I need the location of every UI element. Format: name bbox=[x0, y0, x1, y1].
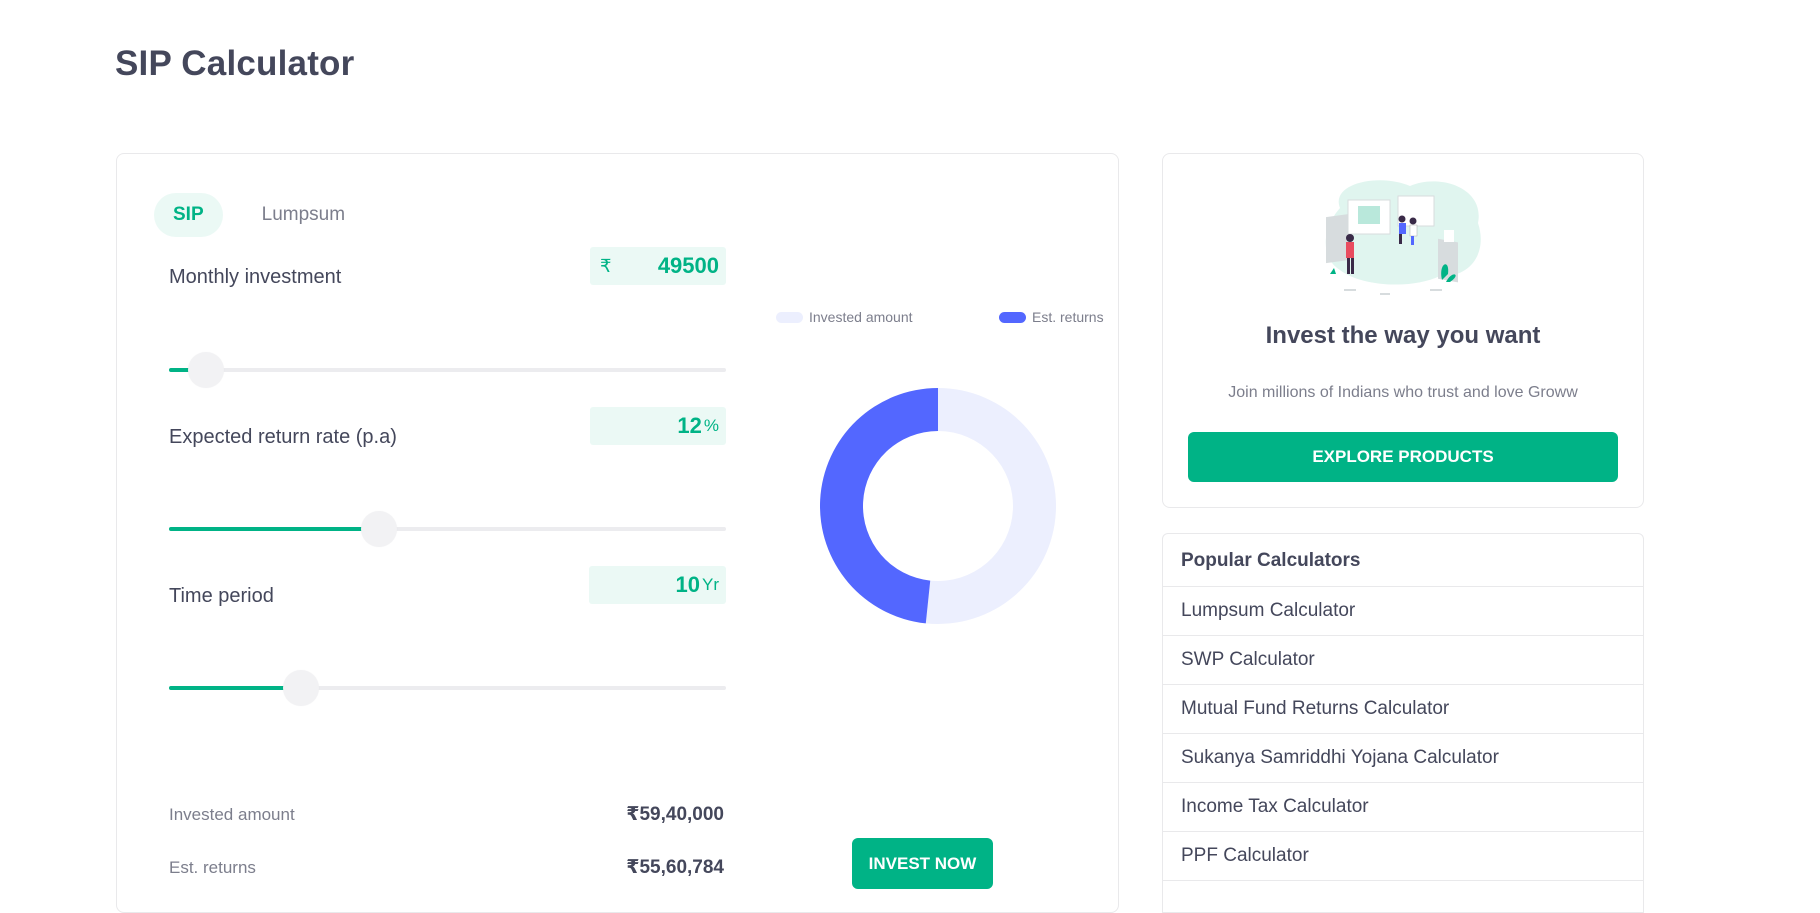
return-rate-value: 12 bbox=[677, 413, 702, 438]
invest-now-button[interactable]: INVEST NOW bbox=[852, 838, 993, 889]
return-rate-slider-thumb[interactable] bbox=[360, 511, 397, 547]
popular-calculator-link[interactable]: PPF Calculator bbox=[1163, 832, 1643, 881]
promo-title: Invest the way you want bbox=[1265, 322, 1541, 349]
popular-calculator-link[interactable]: Sukanya Samriddhi Yojana Calculator bbox=[1163, 734, 1643, 783]
time-period-slider-thumb[interactable] bbox=[282, 670, 319, 706]
promo-card: Invest the way you want Join millions of… bbox=[1162, 153, 1644, 508]
people-investing-illustration bbox=[1325, 180, 1481, 295]
est-returns-label: Est. returns bbox=[169, 858, 256, 877]
legend-invested-label: Invested amount bbox=[809, 309, 913, 325]
time-period-slider-fill bbox=[169, 686, 289, 690]
popular-calculators-card: Popular Calculators Lumpsum Calculator S… bbox=[1162, 533, 1644, 913]
return-rate-label: Expected return rate (p.a) bbox=[169, 426, 397, 448]
popular-calculator-link[interactable]: Lumpsum Calculator bbox=[1163, 587, 1643, 636]
return-rate-unit: % bbox=[703, 416, 719, 435]
popular-calculator-link[interactable]: SWP Calculator bbox=[1163, 636, 1643, 685]
return-rate-slider-fill bbox=[169, 527, 367, 531]
invested-amount-value: ₹59,40,000 bbox=[626, 804, 724, 825]
popular-calculators-title: Popular Calculators bbox=[1163, 534, 1643, 587]
calculator-tabs: SIP Lumpsum bbox=[154, 193, 364, 237]
legend-returns-label: Est. returns bbox=[1032, 309, 1104, 325]
popular-calculator-link[interactable]: Income Tax Calculator bbox=[1163, 783, 1643, 832]
legend-returns-swatch bbox=[999, 311, 1026, 323]
invested-amount-label: Invested amount bbox=[169, 805, 295, 824]
popular-calculator-link[interactable]: Mutual Fund Returns Calculator bbox=[1163, 685, 1643, 734]
legend-returns: Est. returns bbox=[999, 309, 1104, 325]
time-period-label: Time period bbox=[169, 585, 274, 607]
donut-slice-returns bbox=[820, 388, 938, 624]
donut-slice-invested bbox=[925, 388, 1057, 624]
page-title: SIP Calculator bbox=[115, 44, 355, 83]
monthly-investment-slider-thumb[interactable] bbox=[188, 352, 225, 388]
time-period-slider[interactable] bbox=[169, 670, 726, 706]
monthly-investment-input[interactable]: ₹ 49500 bbox=[590, 247, 726, 285]
tab-sip[interactable]: SIP bbox=[154, 193, 223, 237]
time-period-input[interactable]: 10 Yr bbox=[589, 566, 726, 604]
time-period-value: 10 bbox=[675, 572, 700, 597]
monthly-investment-label: Monthly investment bbox=[169, 266, 342, 288]
time-period-unit: Yr bbox=[702, 575, 719, 594]
return-rate-input[interactable]: 12 % bbox=[590, 407, 726, 445]
return-rate-slider[interactable] bbox=[169, 511, 726, 547]
tab-lumpsum[interactable]: Lumpsum bbox=[243, 193, 364, 237]
invested-vs-returns-donut-chart bbox=[820, 388, 1057, 624]
est-returns-value: ₹55,60,784 bbox=[626, 857, 724, 878]
monthly-investment-value: 49500 bbox=[657, 253, 719, 278]
rupee-icon: ₹ bbox=[600, 255, 612, 276]
explore-products-button[interactable]: EXPLORE PRODUCTS bbox=[1188, 432, 1618, 482]
legend-invested-swatch bbox=[776, 311, 803, 323]
legend-invested: Invested amount bbox=[776, 309, 913, 325]
calculator-card: SIP Lumpsum Monthly investment ₹ 49500 E… bbox=[116, 153, 1119, 913]
monthly-investment-slider[interactable] bbox=[169, 352, 726, 388]
promo-subtitle: Join millions of Indians who trust and l… bbox=[1228, 384, 1578, 401]
